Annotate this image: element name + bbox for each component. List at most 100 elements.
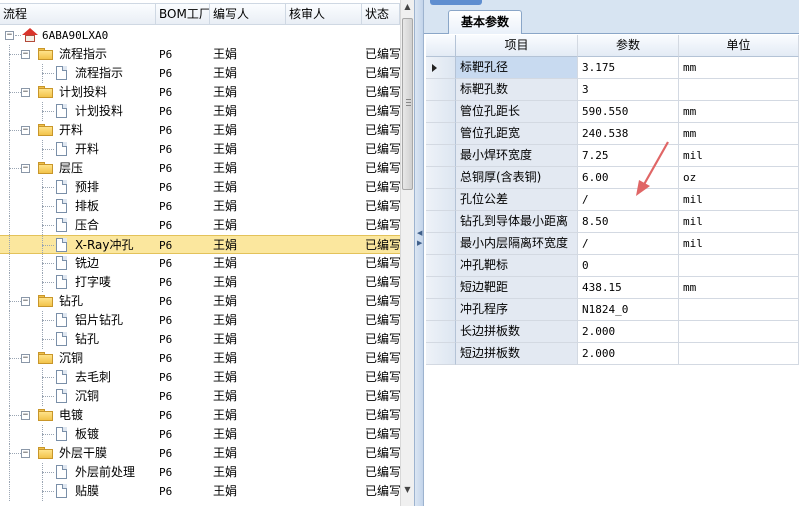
column-header-bom-factory[interactable]: BOM工厂	[156, 4, 210, 24]
tree-row[interactable]: 开料 P6 王娟 已编写	[0, 140, 400, 159]
tree-node-cell[interactable]: − 流程指示	[0, 45, 156, 64]
row-header[interactable]	[426, 343, 456, 365]
column-header-unit[interactable]: 单位	[679, 35, 799, 57]
tree-row[interactable]: − 电镀 P6 王娟 已编写	[0, 406, 400, 425]
parameter-row[interactable]: 冲孔靶标 0	[426, 255, 799, 277]
tree-row[interactable]: 排板 P6 王娟 已编写	[0, 197, 400, 216]
row-header[interactable]	[426, 299, 456, 321]
scrollbar-thumb[interactable]	[402, 18, 413, 190]
expand-minus-icon[interactable]: −	[21, 164, 30, 173]
column-header-writer[interactable]: 编写人	[210, 4, 286, 24]
tree-row-selected[interactable]: X-Ray冲孔 P6 王娟 已编写	[0, 235, 400, 255]
tree-vertical-scrollbar[interactable]: ▲ ▼	[400, 0, 414, 506]
row-header[interactable]	[426, 101, 456, 123]
row-header[interactable]	[426, 167, 456, 189]
tab-basic-params[interactable]: 基本参数	[448, 10, 523, 34]
expand-minus-icon[interactable]: −	[21, 297, 30, 306]
parameter-value-cell[interactable]: 0	[578, 255, 679, 277]
tree-row[interactable]: − 沉铜 P6 王娟 已编写	[0, 349, 400, 368]
parameter-row[interactable]: 管位孔距宽 240.538 mm	[426, 123, 799, 145]
row-header[interactable]	[426, 277, 456, 299]
scroll-down-icon[interactable]: ▼	[401, 483, 414, 497]
tree-node-cell[interactable]: 外层前处理	[0, 463, 156, 482]
tree-row[interactable]: 预排 P6 王娟 已编写	[0, 178, 400, 197]
parameter-value-cell[interactable]: /	[578, 233, 679, 255]
row-header[interactable]	[426, 211, 456, 233]
expand-minus-icon[interactable]: −	[21, 411, 30, 420]
parameter-row[interactable]: 长边拼板数 2.000	[426, 321, 799, 343]
tree-node-cell[interactable]: − 电镀	[0, 406, 156, 425]
tree-row[interactable]: 钻孔 P6 王娟 已编写	[0, 330, 400, 349]
row-header[interactable]	[426, 321, 456, 343]
parameter-value-cell[interactable]: 590.550	[578, 101, 679, 123]
tree-node-cell[interactable]: − 层压	[0, 159, 156, 178]
tree-node-cell[interactable]: 排板	[0, 197, 156, 216]
parameter-value-cell[interactable]: 3.175	[578, 57, 679, 79]
tree-row[interactable]: 板镀 P6 王娟 已编写	[0, 425, 400, 444]
column-header-process[interactable]: 流程	[0, 4, 156, 24]
parameter-value-cell[interactable]: 3	[578, 79, 679, 101]
tree-row[interactable]: − 6ABA90LXA0	[0, 26, 400, 45]
row-header[interactable]	[426, 233, 456, 255]
tree-row[interactable]: 去毛刺 P6 王娟 已编写	[0, 368, 400, 387]
row-header[interactable]	[426, 57, 456, 79]
pane-splitter[interactable]: ◀ ▶	[414, 0, 424, 506]
parameter-value-cell[interactable]: 2.000	[578, 321, 679, 343]
parameter-row[interactable]: 短边靶距 438.15 mm	[426, 277, 799, 299]
tree-node-cell[interactable]: 计划投料	[0, 102, 156, 121]
tree-node-cell[interactable]: − 开料	[0, 121, 156, 140]
tree-node-cell[interactable]: 预排	[0, 178, 156, 197]
scroll-up-icon[interactable]: ▲	[401, 0, 414, 14]
tree-row[interactable]: 流程指示 P6 王娟 已编写	[0, 64, 400, 83]
tree-node-cell[interactable]: 铝片钻孔	[0, 311, 156, 330]
parameter-value-cell[interactable]: 2.000	[578, 343, 679, 365]
tree-node-cell[interactable]: 铣边	[0, 254, 156, 273]
tree-row[interactable]: − 开料 P6 王娟 已编写	[0, 121, 400, 140]
parameter-value-cell[interactable]: 438.15	[578, 277, 679, 299]
parameter-row[interactable]: 冲孔程序 N1824_0	[426, 299, 799, 321]
tree-row[interactable]: − 钻孔 P6 王娟 已编写	[0, 292, 400, 311]
tree-node-cell[interactable]: 打字唛	[0, 273, 156, 292]
expand-minus-icon[interactable]: −	[21, 354, 30, 363]
tree-row[interactable]: 沉铜 P6 王娟 已编写	[0, 387, 400, 406]
parameter-row[interactable]: 短边拼板数 2.000	[426, 343, 799, 365]
tree-row[interactable]: − 外层干膜 P6 王娟 已编写	[0, 444, 400, 463]
row-header[interactable]	[426, 79, 456, 101]
expand-minus-icon[interactable]: −	[21, 126, 30, 135]
tree-row[interactable]: 计划投料 P6 王娟 已编写	[0, 102, 400, 121]
column-header-status[interactable]: 状态	[362, 4, 400, 24]
expand-minus-icon[interactable]: −	[21, 50, 30, 59]
parameter-value-cell[interactable]: 8.50	[578, 211, 679, 233]
tree-node-cell[interactable]: 去毛刺	[0, 368, 156, 387]
parameter-row[interactable]: 标靶孔径 3.175 mm	[426, 57, 799, 79]
tree-node-cell[interactable]: − 钻孔	[0, 292, 156, 311]
row-header[interactable]	[426, 145, 456, 167]
tree-node-cell[interactable]: 流程指示	[0, 64, 156, 83]
tree-node-cell[interactable]: 压合	[0, 216, 156, 235]
parameter-row[interactable]: 钻孔到导体最小距离 8.50 mil	[426, 211, 799, 233]
parameter-row[interactable]: 孔位公差 / mil	[426, 189, 799, 211]
tree-node-cell[interactable]: 沉铜	[0, 387, 156, 406]
tree-row[interactable]: − 计划投料 P6 王娟 已编写	[0, 83, 400, 102]
column-header-reviewer[interactable]: 核审人	[286, 4, 362, 24]
tree-row[interactable]: 外层前处理 P6 王娟 已编写	[0, 463, 400, 482]
tree-node-cell[interactable]: − 计划投料	[0, 83, 156, 102]
parameter-row[interactable]: 管位孔距长 590.550 mm	[426, 101, 799, 123]
row-header[interactable]	[426, 189, 456, 211]
tree-row[interactable]: − 流程指示 P6 王娟 已编写	[0, 45, 400, 64]
tree-node-cell[interactable]: 板镀	[0, 425, 156, 444]
parameter-row[interactable]: 最小焊环宽度 7.25 mil	[426, 145, 799, 167]
parameter-row[interactable]: 总铜厚(含表铜) 6.00 oz	[426, 167, 799, 189]
splitter-collapse-icon[interactable]: ◀ ▶	[417, 228, 422, 258]
tree-node-cell[interactable]: 贴膜	[0, 482, 156, 501]
parameter-row[interactable]: 标靶孔数 3	[426, 79, 799, 101]
tree-row[interactable]: − 层压 P6 王娟 已编写	[0, 159, 400, 178]
expand-minus-icon[interactable]: −	[5, 31, 14, 40]
tree-node-cell[interactable]: − 外层干膜	[0, 444, 156, 463]
tree-row[interactable]: 贴膜 P6 王娟 已编写	[0, 482, 400, 501]
parameter-value-cell[interactable]: N1824_0	[578, 299, 679, 321]
tree-row[interactable]: 铝片钻孔 P6 王娟 已编写	[0, 311, 400, 330]
column-header-item[interactable]: 项目	[456, 35, 578, 57]
tree-node-cell[interactable]: − 沉铜	[0, 349, 156, 368]
row-header[interactable]	[426, 123, 456, 145]
